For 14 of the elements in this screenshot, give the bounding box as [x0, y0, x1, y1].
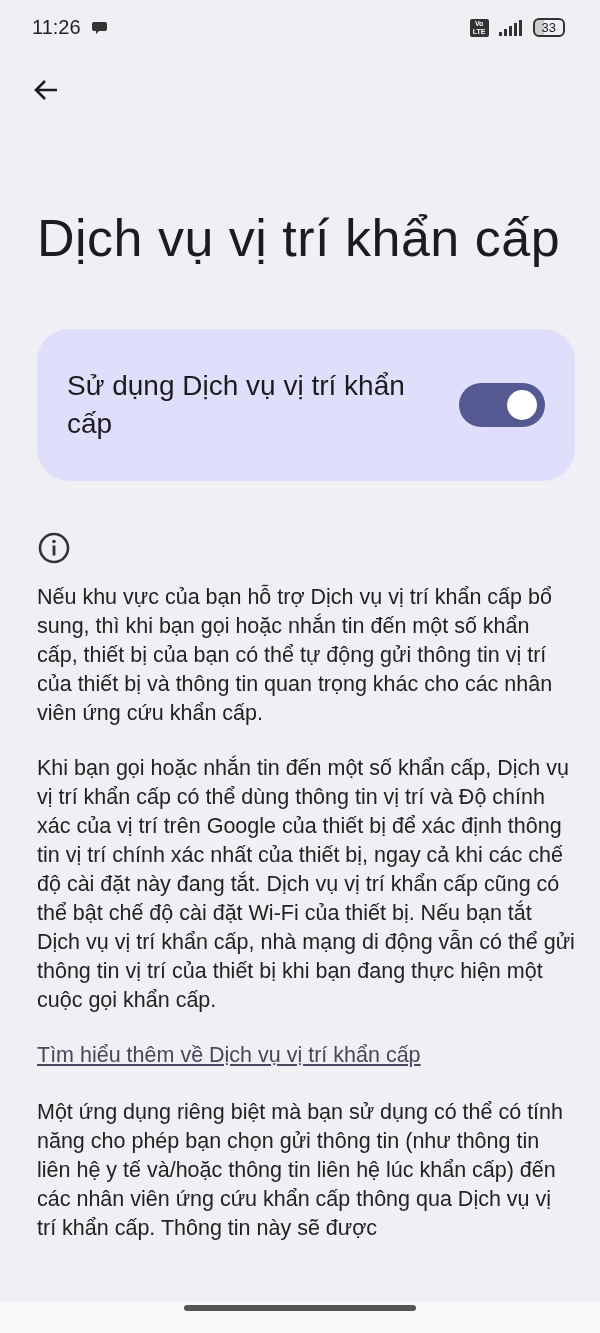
- status-time: 11:26: [32, 16, 81, 39]
- page-title: Dịch vụ vị trí khẩn cấp: [37, 208, 562, 269]
- setting-card[interactable]: Sử dụng Dịch vụ vị trí khẩn cấp: [37, 329, 575, 481]
- learn-more-link[interactable]: Tìm hiểu thêm về Dịch vụ vị trí khẩn cấp: [37, 1041, 575, 1070]
- description-paragraph: Một ứng dụng riêng biệt mà bạn sử dụng có thể có tính năng cho phép bạn chọn gửi thông tin (như thông tin liên hệ y tế và/hoặc thông tin liên hệ lúc khẩn cấp) đến các nhân viên ứng cứu khẩn cấp thông qua Dịch vụ vị trí khẩn cấp. Thông tin này sẽ được: [37, 1099, 564, 1242]
- back-arrow-icon: [33, 79, 59, 101]
- battery-indicator: 33: [532, 18, 565, 37]
- signal-icon: [498, 19, 523, 36]
- description-paragraph: Khi bạn gọi hoặc nhắn tin đến một số khẩn cấp, Dịch vụ vị trí khẩn cấp có thể dùng thông tin vị trí và Độ chính xác của vị trí trên Google của thiết bị để xác định thông tin vị trí chính xác nhất của thiết bị, ngay cả khi các chế độ cài đặt này đang tắt. Dịch vụ vị trí khẩn cấp cũng có thể bật chế độ cài đặt Wi-Fi của thiết bị. Nếu bạn tắt Dịch vụ vị trí khẩn cấp, nhà mạng di động vẫn có thể gửi thông tin vị trí của thiết bị khi bạn đang thực hiện một cuộc gọi khẩn cấp.: [37, 754, 575, 1014]
- info-icon: [37, 531, 71, 565]
- description-paragraph: Nếu khu vực của bạn hỗ trợ Dịch vụ vị trí khẩn cấp bổ sung, thì khi bạn gọi hoặc nhắn tin đến một số khẩn cấp, thiết bị của bạn có thể tự động gửi thông tin vị trí của thiết bị và thông tin quan trọng khác cho các nhân viên ứng cứu khẩn cấp.: [37, 583, 554, 727]
- setting-label: Sử dụng Dịch vụ vị trí khẩn cấp: [67, 369, 406, 441]
- toggle-switch[interactable]: [459, 383, 545, 427]
- home-handle[interactable]: [184, 1305, 416, 1311]
